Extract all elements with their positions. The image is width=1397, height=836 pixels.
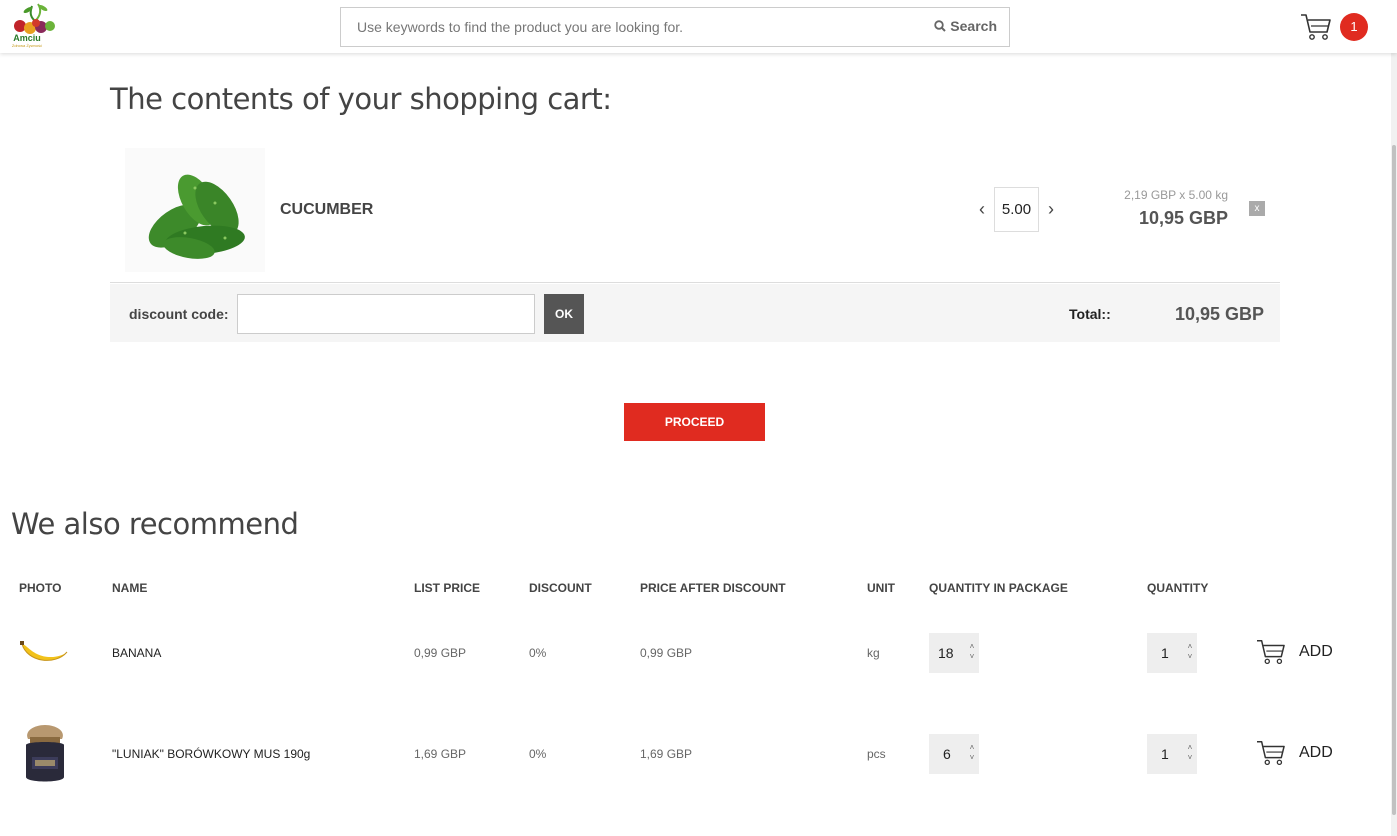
search-input[interactable] — [341, 8, 921, 46]
row-list-price: 0,99 GBP — [414, 646, 467, 660]
cucumber-image — [125, 148, 265, 272]
banana-image — [20, 641, 68, 661]
add-label: ADD — [1299, 744, 1333, 761]
decrease-quantity-icon[interactable]: ‹ — [972, 199, 992, 220]
row-discount: 0% — [529, 747, 547, 761]
search-button-label: Search — [950, 18, 997, 34]
spinner-arrows-icon[interactable]: ˄ ˅ — [968, 642, 976, 662]
total-value: 10,95 GBP — [1174, 304, 1264, 324]
search-box: Search — [340, 7, 1010, 47]
spinner-arrows-icon[interactable]: ˄ ˅ — [1186, 642, 1194, 662]
recommend-title: We also recommend — [11, 507, 299, 541]
qty-package-value: 18 — [938, 645, 954, 661]
proceed-button[interactable]: PROCEED — [624, 403, 765, 441]
scrollbar[interactable] — [1391, 53, 1397, 836]
cart-quantity-input[interactable] — [994, 187, 1039, 232]
quantity-stepper: ‹ › — [972, 187, 1061, 232]
banana-photo — [19, 634, 69, 673]
header-name: NAME — [112, 581, 148, 595]
remove-item-button[interactable]: x — [1249, 201, 1265, 216]
total-label: Total:: — [1069, 306, 1111, 322]
cart-icon — [1301, 14, 1331, 40]
discount-code-input[interactable] — [237, 294, 535, 334]
add-to-cart-button[interactable]: ADD — [1255, 638, 1333, 666]
table-row: "LUNIAK" BORÓWKOWY MUS 190g 1,69 GBP 0% … — [0, 713, 1390, 793]
cart-title: The contents of your shopping cart: — [110, 82, 612, 116]
row-unit: pcs — [867, 747, 886, 761]
quantity-stepper[interactable]: 1 ˄ ˅ — [1147, 734, 1197, 774]
cart-icon — [1257, 741, 1285, 766]
spinner-arrows-icon[interactable]: ˄ ˅ — [968, 743, 976, 763]
cucumber-photo — [125, 148, 265, 272]
increase-quantity-icon[interactable]: › — [1041, 199, 1061, 220]
line-total: 10,95 GBP — [1138, 208, 1228, 228]
scrollbar-thumb[interactable] — [1392, 145, 1396, 815]
discount-ok-button[interactable]: OK — [544, 294, 584, 334]
spinner-arrows-icon[interactable]: ˄ ˅ — [1186, 743, 1194, 763]
row-name[interactable]: BANANA — [112, 646, 161, 660]
header-list-price: LIST PRICE — [414, 581, 481, 595]
cart-item-name: CUCUMBER — [280, 201, 374, 218]
cart-count-badge: 1 — [1340, 13, 1368, 41]
discount-bar: discount code: OK Total:: 10,95 GBP — [110, 284, 1280, 342]
header-photo: PHOTO — [19, 581, 62, 595]
row-list-price: 1,69 GBP — [414, 747, 467, 761]
table-row: BANANA 0,99 GBP 0% 0,99 GBP kg 18 ˄ ˅ 1 ˄… — [0, 612, 1390, 692]
add-to-cart-button[interactable]: ADD — [1255, 739, 1333, 767]
row-discount: 0% — [529, 646, 547, 660]
cart-icon — [1257, 640, 1285, 665]
cart-button[interactable] — [1300, 12, 1332, 42]
jar-photo — [22, 723, 68, 790]
header-unit: UNIT — [867, 581, 895, 595]
row-name[interactable]: "LUNIAK" BORÓWKOWY MUS 190g — [112, 747, 310, 761]
row-unit: kg — [867, 646, 880, 660]
qty-package-stepper[interactable]: 18 ˄ ˅ — [929, 633, 979, 673]
quantity-stepper[interactable]: 1 ˄ ˅ — [1147, 633, 1197, 673]
quantity-value: 1 — [1161, 645, 1169, 661]
qty-package-value: 6 — [943, 746, 951, 762]
qty-package-stepper[interactable]: 6 ˄ ˅ — [929, 734, 979, 774]
header-discount: DISCOUNT — [529, 581, 592, 595]
unit-price-line: 2,19 GBP x 5.00 kg — [1124, 188, 1228, 202]
logo-subtitle: Zdrowa Żywność — [11, 43, 43, 48]
row-price-after: 1,69 GBP — [640, 747, 693, 761]
header-price-after: PRICE AFTER DISCOUNT — [640, 581, 786, 595]
header-qty-package: QUANTITY IN PACKAGE — [929, 581, 1068, 595]
logo-text: Amciu — [13, 33, 41, 43]
search-icon — [934, 20, 947, 32]
jar-image — [26, 725, 64, 782]
search-button[interactable]: Search — [934, 18, 997, 34]
header: Amciu Zdrowa Żywność Search 1 — [0, 0, 1397, 53]
discount-label: discount code: — [129, 306, 229, 322]
header-quantity: QUANTITY — [1147, 581, 1209, 595]
cart-item: CUCUMBER ‹ › 2,19 GBP x 5.00 kg 10,95 GB… — [110, 140, 1280, 283]
row-price-after: 0,99 GBP — [640, 646, 693, 660]
quantity-value: 1 — [1161, 746, 1169, 762]
logo-fruit-icon — [14, 3, 55, 34]
add-label: ADD — [1299, 643, 1333, 660]
